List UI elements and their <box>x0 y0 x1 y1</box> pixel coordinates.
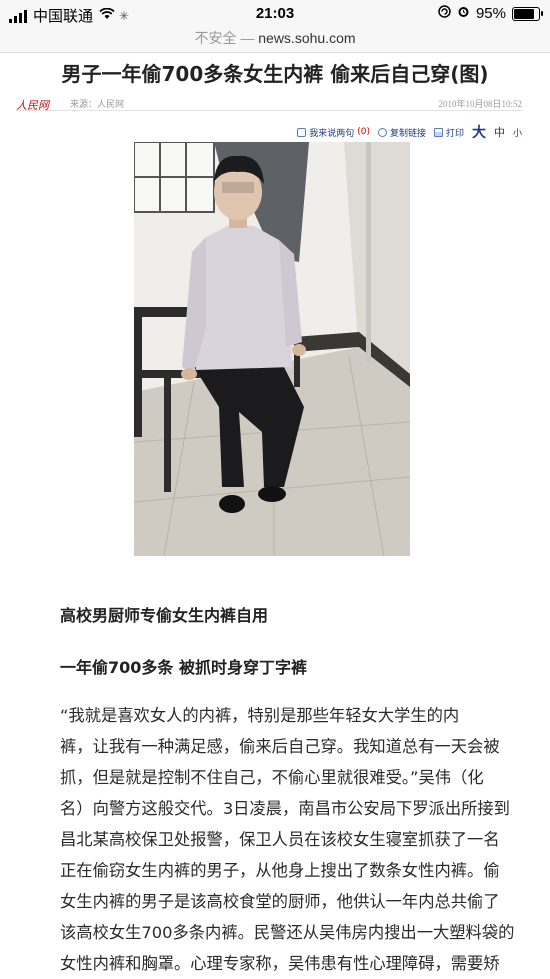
body-line: 该高校女生700多条内裤。民警还从吴伟房内搜出一大塑料袋的 <box>60 923 515 942</box>
source-label: 来源：人民网 <box>70 100 125 110</box>
font-size-small-button[interactable]: 小 <box>513 126 522 139</box>
source-logo: 人民网 <box>16 94 64 112</box>
battery-percent: 95% <box>475 5 506 22</box>
url-separator: — <box>240 30 255 46</box>
body-line: “我就是喜欢女人的内裤，特别是那些年轻女大学生的内 <box>60 706 460 725</box>
subheading-1: 高校男厨师专偷女生内裤自用 <box>60 606 269 625</box>
status-bar: 中国联通 ✳ 21:03 95% <box>0 0 550 28</box>
comment-icon <box>297 127 307 137</box>
font-size-medium-button[interactable]: 中 <box>494 124 505 140</box>
body-line: 正在偷窃女生内裤的男子，从他身上搜出了数条女性内裤。偷 <box>60 861 500 880</box>
url-domain: news.sohu.com <box>258 30 356 46</box>
article-body: “我就是喜欢女人的内裤，特别是那些年轻女大学生的内 裤，让我有一种满足感，偷来后… <box>60 700 530 979</box>
body-line: 名）向警方这般交代。3日凌晨，南昌市公安局下罗派出所接到 <box>60 799 510 818</box>
article-tools: 我来说两句 (0) 复制链接 打印 大 中 小 <box>297 122 522 142</box>
publish-datetime: 2010年10月08日10:52 <box>438 99 522 109</box>
link-icon <box>377 127 387 137</box>
logo-text: 人民网 <box>16 100 49 112</box>
comment-label: 我来说两句 <box>309 128 355 139</box>
print-tool[interactable]: 打印 <box>433 126 464 139</box>
article-meta: 人民网 来源：人民网 2010年10月08日10:52 <box>16 94 522 112</box>
copy-link-tool[interactable]: 复制链接 <box>377 126 426 139</box>
battery-fill <box>514 8 534 19</box>
subheading-2: 一年偷700多条 被抓时身穿丁字裤 <box>60 658 307 677</box>
body-line: 女性内裤和胸罩。心理专家称，吴伟患有性心理障碍，需要矫 <box>60 954 500 973</box>
copy-link-label: 复制链接 <box>389 128 426 139</box>
body-line: 女生内裤的男子是该高校食堂的厨师，他供认一年内总共偷了 <box>60 892 500 911</box>
article-photo <box>134 142 410 556</box>
status-right: 95% <box>438 5 543 22</box>
font-size-large-button[interactable]: 大 <box>472 122 486 142</box>
comment-tool[interactable]: 我来说两句 (0) <box>297 126 370 139</box>
print-label: 打印 <box>445 128 464 139</box>
comment-count: (0) <box>357 127 370 137</box>
address-bar[interactable]: 不安全 — news.sohu.com <box>0 28 550 53</box>
article-title: 男子一年偷700多条女生内裤 偷来后自己穿(图) <box>61 62 489 86</box>
printer-icon <box>433 127 443 137</box>
body-line: 昌北某高校保卫处报警，保卫人员在该校女生寝室抓获了一名 <box>60 830 500 849</box>
body-line: 裤，让我有一种满足感，偷来后自己穿。我知道总有一天会被 <box>60 737 500 756</box>
security-label: 不安全 <box>194 30 237 46</box>
battery-icon <box>512 6 543 21</box>
alarm-icon <box>457 5 470 22</box>
body-line: 抓，但是就是控制不住自己，不偷心里就很难受。”吴伟（化 <box>60 768 484 787</box>
screen-lock-icon <box>438 5 451 22</box>
